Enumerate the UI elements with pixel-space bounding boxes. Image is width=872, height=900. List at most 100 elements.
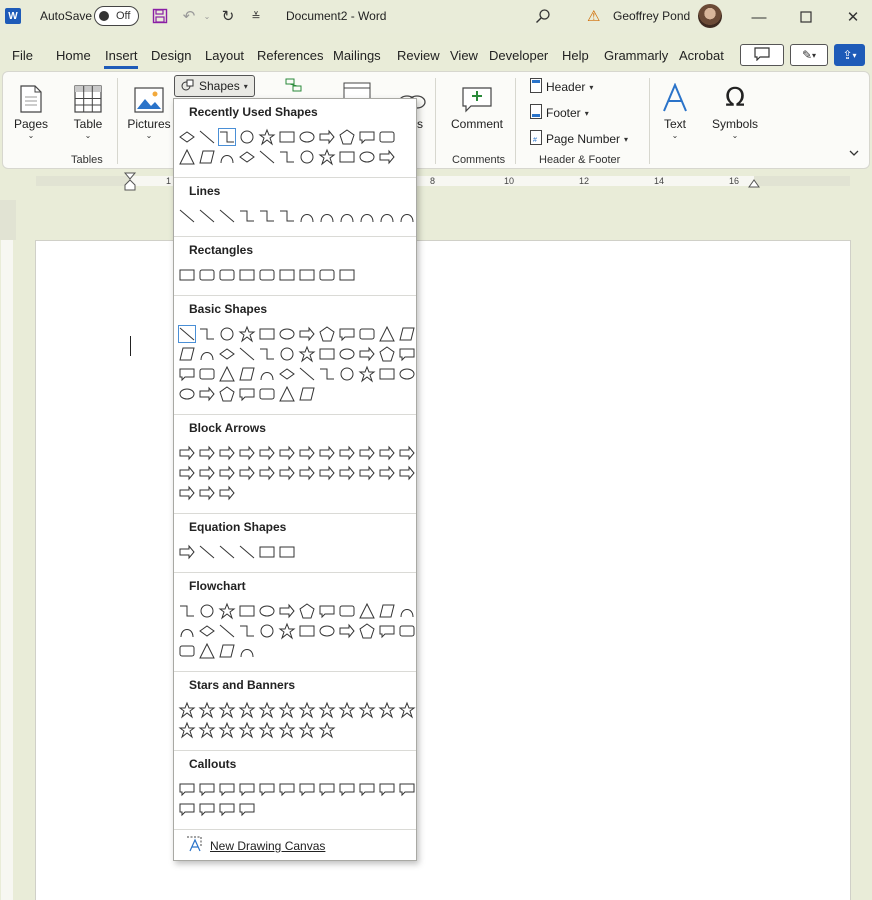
shape-thumbnail[interactable] [377, 207, 397, 225]
avatar[interactable] [698, 4, 722, 28]
maximize-icon[interactable] [796, 7, 816, 27]
shape-thumbnail[interactable] [357, 148, 377, 166]
shape-thumbnail[interactable] [197, 266, 217, 284]
shape-thumbnail[interactable] [177, 444, 197, 462]
shape-thumbnail[interactable] [337, 444, 357, 462]
shape-thumbnail[interactable] [177, 464, 197, 482]
tab-layout[interactable]: Layout [205, 48, 244, 63]
shape-thumbnail[interactable] [377, 128, 397, 146]
shape-thumbnail[interactable] [177, 543, 197, 561]
shape-thumbnail[interactable] [217, 266, 237, 284]
shape-thumbnail[interactable] [217, 385, 237, 403]
shape-thumbnail[interactable] [237, 701, 257, 719]
autosave-toggle[interactable]: Off [94, 6, 139, 26]
shape-thumbnail[interactable] [257, 345, 277, 363]
save-icon[interactable] [150, 6, 170, 26]
shape-thumbnail[interactable] [257, 444, 277, 462]
shape-thumbnail[interactable] [377, 464, 397, 482]
horizontal-ruler[interactable]: 1 8 10 12 14 16 [0, 172, 872, 191]
shape-thumbnail[interactable] [337, 207, 357, 225]
shape-thumbnail[interactable] [377, 365, 397, 383]
symbols-button[interactable]: Ω Symbols ⌄ [709, 77, 761, 140]
shape-thumbnail[interactable] [177, 721, 197, 739]
shape-thumbnail[interactable] [217, 642, 237, 660]
shape-thumbnail[interactable] [237, 207, 257, 225]
shape-thumbnail[interactable] [297, 207, 317, 225]
search-icon[interactable] [533, 6, 553, 26]
comments-button[interactable] [740, 44, 784, 66]
redo-icon[interactable]: ↻ [218, 6, 238, 26]
new-drawing-canvas-item[interactable]: New Drawing Canvas [186, 836, 325, 855]
minimize-icon[interactable]: — [749, 7, 769, 27]
shape-thumbnail[interactable] [317, 148, 337, 166]
shape-thumbnail[interactable] [197, 800, 217, 818]
shape-thumbnail[interactable] [297, 385, 317, 403]
shape-thumbnail[interactable] [237, 721, 257, 739]
shape-thumbnail[interactable] [277, 602, 297, 620]
shape-thumbnail[interactable] [197, 484, 217, 502]
shape-thumbnail[interactable] [197, 602, 217, 620]
shape-thumbnail[interactable] [177, 701, 197, 719]
shape-thumbnail[interactable] [197, 780, 217, 798]
shape-thumbnail[interactable] [357, 128, 377, 146]
shape-thumbnail[interactable] [277, 780, 297, 798]
shapes-button[interactable]: Shapes ▾ [174, 75, 255, 97]
shape-thumbnail[interactable] [257, 602, 277, 620]
shape-thumbnail[interactable] [357, 780, 377, 798]
shape-thumbnail[interactable] [257, 385, 277, 403]
shape-thumbnail[interactable] [337, 128, 357, 146]
shape-thumbnail[interactable] [237, 464, 257, 482]
shape-thumbnail[interactable] [317, 325, 337, 343]
shape-thumbnail[interactable] [297, 780, 317, 798]
shape-thumbnail[interactable] [337, 622, 357, 640]
shape-thumbnail[interactable] [217, 444, 237, 462]
shape-thumbnail[interactable] [217, 701, 237, 719]
shape-thumbnail[interactable] [297, 128, 317, 146]
shape-thumbnail[interactable] [177, 148, 197, 166]
shape-thumbnail[interactable] [297, 721, 317, 739]
shape-thumbnail[interactable] [257, 148, 277, 166]
shape-thumbnail[interactable] [357, 444, 377, 462]
shape-thumbnail[interactable] [197, 148, 217, 166]
shape-thumbnail[interactable] [217, 543, 237, 561]
shape-thumbnail[interactable] [237, 148, 257, 166]
shape-thumbnail[interactable] [197, 207, 217, 225]
shape-thumbnail[interactable] [317, 207, 337, 225]
shape-thumbnail[interactable] [237, 642, 257, 660]
shape-thumbnail[interactable] [357, 701, 377, 719]
shape-thumbnail[interactable] [397, 345, 417, 363]
shape-thumbnail[interactable] [377, 444, 397, 462]
shape-thumbnail[interactable] [257, 266, 277, 284]
undo-icon[interactable]: ↶ [179, 6, 199, 26]
tab-home[interactable]: Home [56, 48, 91, 63]
shape-thumbnail[interactable] [257, 622, 277, 640]
shape-thumbnail[interactable] [257, 207, 277, 225]
shape-thumbnail[interactable] [197, 444, 217, 462]
shape-thumbnail[interactable] [177, 800, 197, 818]
shape-thumbnail[interactable] [297, 325, 317, 343]
shape-thumbnail[interactable] [337, 345, 357, 363]
shape-thumbnail[interactable] [237, 602, 257, 620]
shape-thumbnail[interactable] [217, 148, 237, 166]
share-button[interactable]: ⇪ ▾ [834, 44, 865, 66]
shape-thumbnail[interactable] [337, 365, 357, 383]
shape-thumbnail[interactable] [297, 365, 317, 383]
shape-thumbnail[interactable] [317, 701, 337, 719]
warning-icon[interactable]: ⚠ [587, 7, 600, 25]
pictures-button[interactable]: Pictures ⌄ [125, 77, 173, 140]
shape-thumbnail[interactable] [357, 365, 377, 383]
shape-thumbnail[interactable] [217, 464, 237, 482]
shape-thumbnail[interactable] [297, 266, 317, 284]
shape-thumbnail[interactable] [337, 464, 357, 482]
shape-thumbnail[interactable] [277, 721, 297, 739]
shape-thumbnail[interactable] [217, 602, 237, 620]
shape-thumbnail[interactable] [237, 385, 257, 403]
shape-thumbnail[interactable] [197, 464, 217, 482]
shape-thumbnail[interactable] [237, 800, 257, 818]
shape-thumbnail[interactable] [357, 602, 377, 620]
shape-thumbnail[interactable] [277, 148, 297, 166]
shape-thumbnail[interactable] [237, 780, 257, 798]
shape-thumbnail[interactable] [257, 325, 277, 343]
shape-thumbnail[interactable] [197, 365, 217, 383]
shape-thumbnail[interactable] [317, 780, 337, 798]
